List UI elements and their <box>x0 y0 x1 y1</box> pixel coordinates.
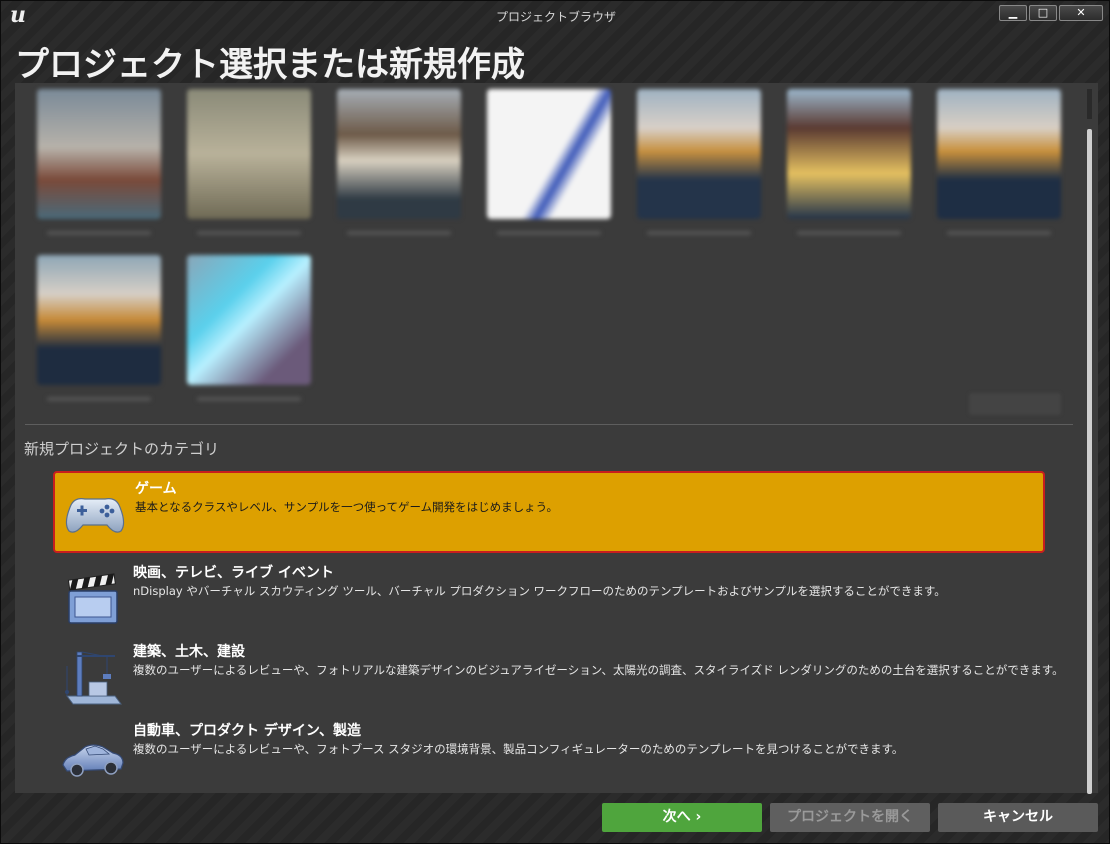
project-thumbnail[interactable] <box>487 89 611 235</box>
thumbnail-caption <box>197 231 301 235</box>
category-title: 建築、土木、建設 <box>133 644 245 660</box>
project-thumbnail[interactable] <box>787 89 911 235</box>
category-description: nDisplay やバーチャル スカウティング ツール、バーチャル プロダクショ… <box>133 584 946 598</box>
open-project-button[interactable]: プロジェクトを開く <box>770 803 930 832</box>
project-thumbnail[interactable] <box>637 89 761 235</box>
scrollbar-track <box>1087 89 1092 119</box>
cancel-button[interactable]: キャンセル <box>938 803 1098 832</box>
thumbnail-caption <box>47 231 151 235</box>
section-divider <box>25 424 1073 425</box>
thumbnail-image <box>787 89 911 219</box>
crane-icon <box>65 651 122 705</box>
more-button[interactable] <box>969 393 1061 415</box>
thumbnail-image <box>637 89 761 219</box>
category-title: 映画、テレビ、ライブ イベント <box>133 565 334 581</box>
category-description: 基本となるクラスやレベル、サンプルを一つ使ってゲーム開発をはじめましょう。 <box>135 500 558 514</box>
project-thumbnail[interactable] <box>337 89 461 235</box>
thumbnail-caption <box>947 231 1051 235</box>
thumbnail-image <box>187 255 311 385</box>
window-controls: ▁ □ ✕ <box>999 5 1103 21</box>
page-title: プロジェクト選択または新規作成 <box>15 45 525 85</box>
thumbnail-caption <box>497 231 601 235</box>
thumbnail-image <box>187 89 311 219</box>
minimize-button[interactable]: ▁ <box>999 5 1027 21</box>
category-description: 複数のユーザーによるレビューや、フォトブース スタジオの環境背景、製品コンフィギ… <box>133 742 904 756</box>
project-thumbnail[interactable] <box>187 255 311 401</box>
section-label: 新規プロジェクトのカテゴリ <box>24 440 220 458</box>
thumbnail-image <box>487 89 611 219</box>
vertical-scrollbar[interactable] <box>1087 89 1092 794</box>
thumbnail-caption <box>797 231 901 235</box>
thumbnail-caption <box>197 397 301 401</box>
thumbnail-caption <box>347 231 451 235</box>
car-icon <box>62 744 124 777</box>
close-button[interactable]: ✕ <box>1059 5 1103 21</box>
category-title: ゲーム <box>135 481 177 497</box>
scrollbar-thumb[interactable] <box>1087 129 1092 794</box>
category-title: 自動車、プロダクト デザイン、製造 <box>133 723 362 739</box>
maximize-button[interactable]: □ <box>1029 5 1057 21</box>
gamepad-icon <box>65 498 125 533</box>
category-description: 複数のユーザーによるレビューや、フォトリアルな建築デザインのビジュアライゼーショ… <box>133 663 1064 677</box>
clapperboard-icon <box>67 573 118 624</box>
category-game[interactable]: ゲーム 基本となるクラスやレベル、サンプルを一つ使ってゲーム開発をはじめましょう… <box>53 471 1045 553</box>
category-film-tv-live[interactable]: 映画、テレビ、ライブ イベント nDisplay やバーチャル スカウティング … <box>53 557 1045 639</box>
thumbnail-image <box>937 89 1061 219</box>
content-panel: 新規プロジェクトのカテゴリ ゲーム 基本となるクラスやレベル、サンプルを一つ使っ… <box>15 83 1098 794</box>
thumbnail-caption <box>647 231 751 235</box>
thumbnail-caption <box>47 397 151 401</box>
recent-projects-grid <box>15 83 1083 423</box>
thumbnail-image <box>37 89 161 219</box>
title-bar[interactable]: u プロジェクトブラウザ ▁ □ ✕ <box>1 1 1110 31</box>
next-button[interactable]: 次へ › <box>602 803 762 832</box>
project-thumbnail[interactable] <box>187 89 311 235</box>
thumbnail-image <box>37 255 161 385</box>
project-browser-window: u プロジェクトブラウザ ▁ □ ✕ プロジェクト選択または新規作成 新規プロジ… <box>0 0 1110 844</box>
project-thumbnail[interactable] <box>37 89 161 235</box>
thumbnail-image <box>337 89 461 219</box>
project-thumbnail[interactable] <box>937 89 1061 235</box>
category-architecture[interactable]: 建築、土木、建設 複数のユーザーによるレビューや、フォトリアルな建築デザインのビ… <box>53 636 1064 718</box>
window-title: プロジェクトブラウザ <box>495 10 616 24</box>
project-thumbnail[interactable] <box>37 255 161 401</box>
category-automotive[interactable]: 自動車、プロダクト デザイン、製造 複数のユーザーによるレビューや、フォトブース… <box>53 715 1045 797</box>
